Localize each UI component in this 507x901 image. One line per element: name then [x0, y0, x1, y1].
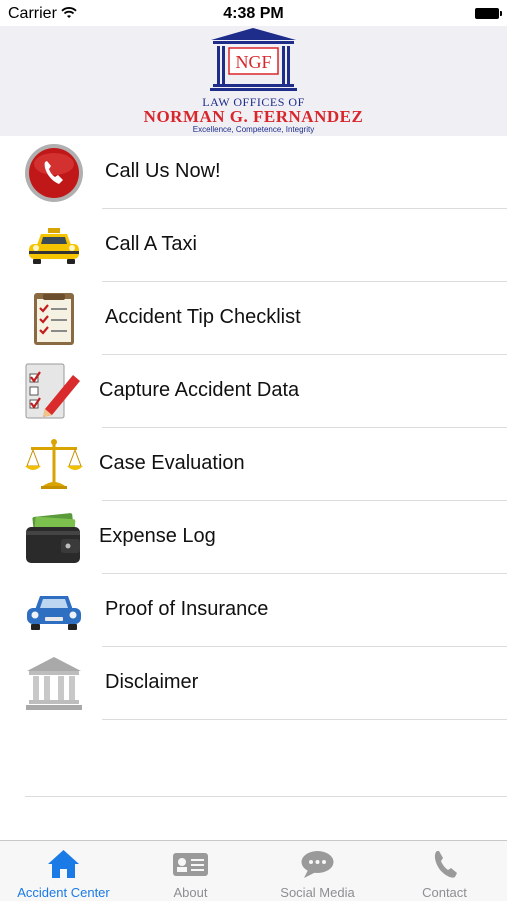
menu-item-label: Disclaimer — [105, 671, 199, 693]
wallet-icon — [26, 513, 80, 563]
tab-social-media[interactable]: Social Media — [254, 841, 381, 901]
phone-handset-icon — [434, 851, 457, 878]
menu-item-label: Call A Taxi — [105, 233, 197, 255]
menu-item-call-taxi[interactable]: Call A Taxi — [0, 209, 507, 282]
tab-bar: Accident Center About Social Media Conta… — [0, 840, 507, 901]
logo-firm-name: NORMAN G. FERNANDEZ — [143, 107, 364, 126]
tab-label: Accident Center — [17, 885, 110, 900]
menu-item-proof-of-insurance[interactable]: Proof of Insurance — [0, 574, 507, 647]
tab-accident-center[interactable]: Accident Center — [0, 841, 127, 901]
law-office-logo-icon: NGF — [210, 28, 297, 91]
menu-item-expense-log[interactable]: Expense Log — [0, 501, 507, 574]
status-bar: Carrier 4:38 PM — [0, 0, 507, 26]
scales-icon — [25, 439, 83, 489]
menu-item-disclaimer[interactable]: Disclaimer — [0, 647, 507, 720]
home-icon — [48, 850, 79, 878]
menu-item-label: Capture Accident Data — [99, 379, 300, 401]
menu-item-label: Accident Tip Checklist — [105, 306, 301, 328]
taxi-icon — [29, 228, 79, 264]
battery-icon — [475, 8, 502, 19]
status-time: 4:38 PM — [223, 5, 284, 22]
tab-label: About — [173, 885, 208, 900]
divider — [102, 719, 507, 720]
logo-initials: NGF — [235, 52, 271, 72]
menu-item-capture-accident-data[interactable]: Capture Accident Data — [0, 355, 507, 428]
app-header: NGF LAW OFFICES OF NORMAN G. FERNANDEZ E… — [0, 26, 507, 136]
divider — [25, 796, 507, 797]
menu-item-call-us[interactable]: Call Us Now! — [0, 136, 507, 209]
id-card-icon — [173, 853, 208, 876]
menu-item-case-evaluation[interactable]: Case Evaluation — [0, 428, 507, 501]
tab-label: Contact — [422, 885, 467, 900]
checklist-icon — [34, 293, 74, 345]
car-icon — [27, 596, 81, 630]
menu-item-label: Case Evaluation — [99, 452, 245, 474]
courthouse-icon — [26, 657, 82, 710]
clipboard-pencil-icon — [25, 363, 80, 419]
menu-item-label: Call Us Now! — [105, 160, 221, 182]
tab-label: Social Media — [280, 885, 355, 900]
menu-item-accident-tip-checklist[interactable]: Accident Tip Checklist — [0, 282, 507, 355]
phone-icon — [25, 144, 83, 202]
menu-item-label: Expense Log — [99, 525, 216, 547]
tab-about[interactable]: About — [127, 841, 254, 901]
tab-contact[interactable]: Contact — [381, 841, 507, 901]
logo-tagline: Excellence, Competence, Integrity — [192, 125, 315, 134]
menu-item-label: Proof of Insurance — [105, 598, 269, 620]
chat-bubble-icon — [301, 851, 334, 878]
